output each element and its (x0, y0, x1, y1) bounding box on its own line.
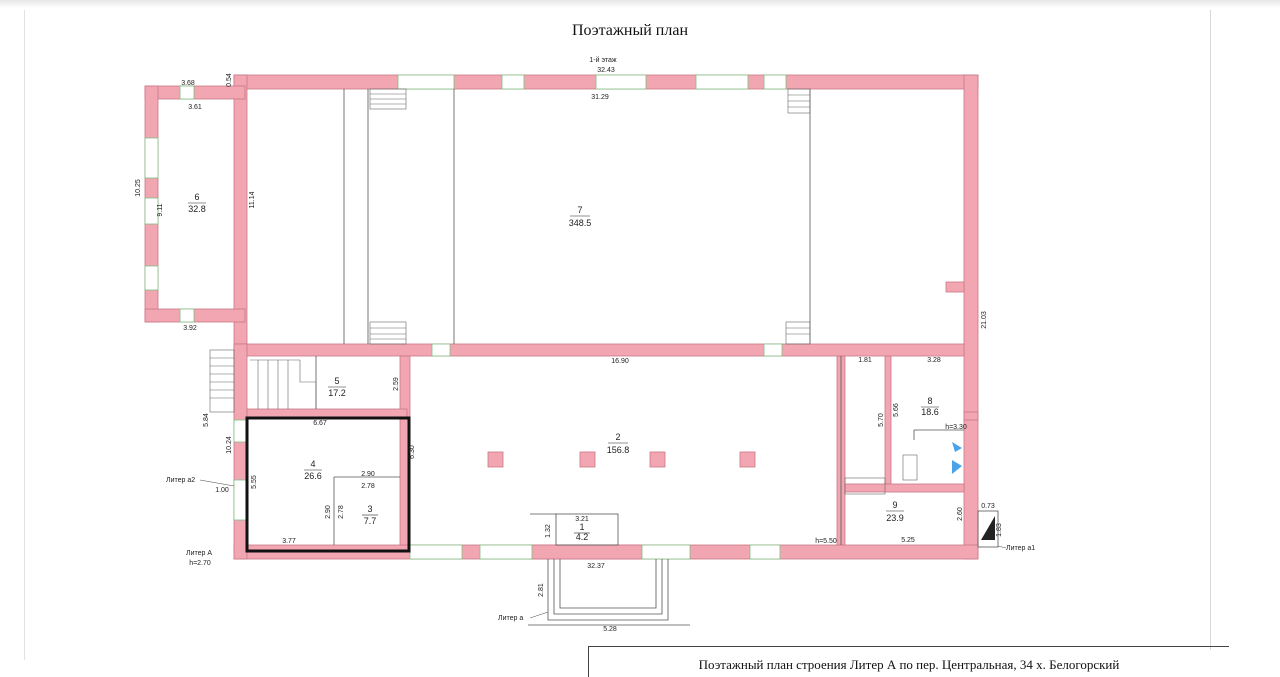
room-1-number: 1 (579, 522, 584, 532)
room-7-number: 7 (577, 205, 582, 215)
dim-3-28: 3.28 (927, 357, 941, 364)
dim-9-11: 9.11 (157, 203, 164, 216)
dim-21-03: 21.03 (981, 311, 988, 329)
dim-5-84: 5.84 (203, 413, 210, 427)
room-labels: 7 348.5 6 32.8 5 17.2 2 156.8 4 26.6 3 7… (188, 192, 939, 542)
dim-6-67: 6.67 (313, 420, 327, 427)
dim-32-37: 32.37 (587, 563, 605, 570)
room-6-area: 32.8 (188, 204, 206, 214)
dim-6-30: 6.30 (409, 445, 416, 459)
dim-2-90-top: 2.90 (361, 471, 375, 478)
dim-3-21: 3.21 (575, 516, 589, 523)
interior-lines (315, 89, 999, 626)
room-8-area: 18.6 (921, 407, 939, 417)
dim-3-61: 3.61 (188, 104, 202, 111)
dim-5-66: 5.66 (893, 403, 900, 417)
room-4-number: 4 (310, 459, 315, 469)
liter-a2: Литер а2 (166, 477, 195, 484)
floor-label: 1-й этаж (589, 56, 617, 64)
dim-2-81: 2.81 (538, 583, 545, 597)
room-6-number: 6 (194, 192, 199, 202)
dim-5-55: 5.55 (251, 475, 258, 489)
dim-5-25: 5.25 (901, 537, 915, 544)
room-3-number: 3 (367, 504, 372, 514)
dim-2-78-top: 2.78 (361, 483, 375, 490)
room-2-area: 156.8 (607, 445, 630, 455)
dim-31-29: 31.29 (591, 94, 609, 101)
title-block-text: Поэтажный план строения Литер А по пер. … (698, 657, 1120, 672)
room-5-number: 5 (334, 376, 339, 386)
dim-0-54: 0.54 (226, 73, 233, 87)
dim-3-68: 3.68 (181, 80, 195, 87)
room-5-area: 17.2 (328, 388, 346, 398)
dim-1-83: 1.83 (996, 523, 1003, 537)
dim-2-90-side: 2.90 (325, 505, 332, 519)
dim-5-28: 5.28 (603, 626, 617, 633)
room-9-area: 23.9 (886, 513, 904, 523)
height-1: h=2.70 (189, 560, 211, 567)
floor-plan-drawing: 7 348.5 6 32.8 5 17.2 2 156.8 4 26.6 3 7… (135, 56, 1035, 633)
room-2-number: 2 (615, 432, 620, 442)
liter-a-front: Литер а (498, 615, 523, 622)
liter-a1: Литер а1 (1006, 545, 1035, 552)
highlighted-area (245, 416, 411, 553)
room-9-number: 9 (892, 500, 897, 510)
dim-1-81: 1.81 (858, 357, 872, 364)
dim-3-92: 3.92 (183, 325, 197, 332)
room-8-number: 8 (927, 396, 932, 406)
dim-2-59: 2.59 (393, 377, 400, 391)
room-1-area: 4.2 (576, 532, 589, 542)
dim-2-78-side: 2.78 (338, 505, 345, 519)
dim-11-14: 11.14 (249, 191, 256, 208)
dim-16-90: 16.90 (611, 358, 629, 365)
liter-a-main: Литер А (186, 550, 212, 557)
dim-32-43: 32.43 (597, 67, 615, 74)
dim-1-00: 1.00 (215, 487, 229, 494)
height-3: h=3.30 (945, 424, 967, 431)
dim-1-32: 1.32 (545, 524, 552, 538)
title-block: Поэтажный план строения Литер А по пер. … (588, 646, 1229, 677)
room-3-area: 7.7 (364, 516, 377, 526)
room-7-area: 348.5 (569, 218, 592, 228)
dim-10-24: 10.24 (226, 436, 233, 454)
dim-3-77: 3.77 (282, 538, 296, 545)
walls (144, 74, 979, 560)
dim-5-70: 5.70 (878, 413, 885, 427)
dim-10-25: 10.25 (135, 179, 142, 197)
room-4-area: 26.6 (304, 471, 322, 481)
dim-0-73: 0.73 (981, 503, 995, 510)
height-2: h=5.50 (815, 538, 837, 545)
stairs (209, 88, 918, 495)
dim-2-60: 2.60 (957, 507, 964, 521)
